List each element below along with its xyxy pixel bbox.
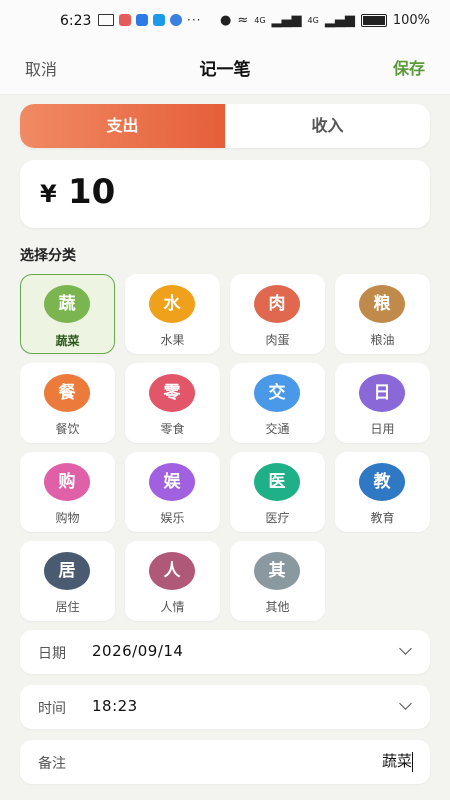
amount-value: 10 xyxy=(68,172,116,212)
category-label: 水果 xyxy=(160,333,185,347)
time-label: 时间 xyxy=(38,701,66,717)
category-label: 粮油 xyxy=(370,333,395,347)
currency-symbol: ¥ xyxy=(40,180,57,208)
category-item[interactable]: 购购物 xyxy=(20,452,115,532)
category-label: 教育 xyxy=(370,511,395,525)
category-item[interactable]: 居居住 xyxy=(20,541,115,621)
tab-expense[interactable]: 支出 xyxy=(20,104,225,148)
app-notification-icon xyxy=(119,14,131,26)
location-icon: ● xyxy=(219,13,232,28)
cloud-notification-icon xyxy=(136,14,148,26)
signal-icon: ▂▄▆ xyxy=(271,13,302,28)
text-cursor xyxy=(411,752,413,772)
tab-income[interactable]: 收入 xyxy=(225,104,430,148)
category-label: 日用 xyxy=(370,422,395,436)
category-icon: 零 xyxy=(149,374,195,412)
category-icon: 人 xyxy=(149,552,195,590)
network-label-2: 4G xyxy=(307,16,319,25)
note-field: 备注 xyxy=(20,740,430,784)
notification-icons: ··· xyxy=(98,13,201,27)
status-bar: 6:23 ··· ● ≈ 4G ▂▄▆ 4G ▂▄▆ 100% xyxy=(0,0,450,40)
category-item[interactable]: 交交通 xyxy=(230,363,325,443)
category-item[interactable]: 蔬蔬菜 xyxy=(20,274,115,354)
category-label: 居住 xyxy=(55,600,80,614)
navigation-bar: 取消 记一笔 保存 xyxy=(0,40,450,95)
category-icon: 其 xyxy=(254,552,300,590)
category-label: 其他 xyxy=(265,600,290,614)
date-field[interactable]: 日期 2026/09/14 xyxy=(20,630,430,674)
amount-input[interactable]: ¥ 10 xyxy=(20,160,430,228)
category-icon: 娱 xyxy=(149,463,195,501)
category-label: 医疗 xyxy=(265,511,290,525)
category-icon: 肉 xyxy=(254,285,300,323)
category-item[interactable]: 医医疗 xyxy=(230,452,325,532)
category-icon: 蔬 xyxy=(44,285,90,323)
category-label: 娱乐 xyxy=(160,511,185,525)
battery-icon xyxy=(360,14,387,27)
category-label: 人情 xyxy=(160,600,185,614)
page-title: 记一笔 xyxy=(199,60,251,80)
time-value: 18:23 xyxy=(92,697,138,715)
category-item[interactable]: 餐餐饮 xyxy=(20,363,115,443)
category-icon: 居 xyxy=(44,552,90,590)
type-toggle: 支出 收入 xyxy=(20,104,430,148)
category-label: 蔬菜 xyxy=(55,334,80,348)
search-notification-icon xyxy=(153,14,165,26)
battery-level: 100% xyxy=(392,13,430,28)
category-item[interactable]: 人人情 xyxy=(125,541,220,621)
signal-icon-2: ▂▄▆ xyxy=(324,13,355,28)
date-value: 2026/09/14 xyxy=(92,642,184,660)
category-icon: 日 xyxy=(359,374,405,412)
category-item[interactable]: 教教育 xyxy=(335,452,430,532)
chevron-down-icon xyxy=(399,697,412,710)
category-label: 交通 xyxy=(265,422,290,436)
category-icon: 水 xyxy=(149,285,195,323)
chevron-down-icon xyxy=(399,642,412,655)
status-time: 6:23 xyxy=(60,13,92,29)
category-icon: 购 xyxy=(44,463,90,501)
category-label: 购物 xyxy=(55,511,80,525)
category-label: 餐饮 xyxy=(55,422,80,436)
category-item[interactable]: 肉肉蛋 xyxy=(230,274,325,354)
category-item[interactable]: 粮粮油 xyxy=(335,274,430,354)
save-button[interactable]: 保存 xyxy=(393,55,425,79)
category-item[interactable]: 其其他 xyxy=(230,541,325,621)
wifi-icon: ≈ xyxy=(237,13,249,28)
note-input[interactable] xyxy=(162,751,412,769)
date-label: 日期 xyxy=(38,646,66,662)
more-notifications-icon: ··· xyxy=(187,13,202,27)
category-icon: 交 xyxy=(254,374,300,412)
category-icon: 教 xyxy=(359,463,405,501)
category-icon: 餐 xyxy=(44,374,90,412)
category-item[interactable]: 日日用 xyxy=(335,363,430,443)
category-icon: 粮 xyxy=(359,285,405,323)
category-item[interactable]: 零零食 xyxy=(125,363,220,443)
category-item[interactable]: 娱娱乐 xyxy=(125,452,220,532)
category-section-title: 选择分类 xyxy=(20,248,76,264)
time-field[interactable]: 时间 18:23 xyxy=(20,685,430,729)
category-label: 肉蛋 xyxy=(265,333,290,347)
system-icons: ● ≈ 4G ▂▄▆ 4G ▂▄▆ 100% xyxy=(220,13,430,28)
note-label: 备注 xyxy=(38,756,66,772)
browser-notification-icon xyxy=(170,14,182,26)
mail-icon xyxy=(98,14,114,26)
network-label: 4G xyxy=(254,16,266,25)
category-label: 零食 xyxy=(160,422,185,436)
category-icon: 医 xyxy=(254,463,300,501)
category-item[interactable]: 水水果 xyxy=(125,274,220,354)
